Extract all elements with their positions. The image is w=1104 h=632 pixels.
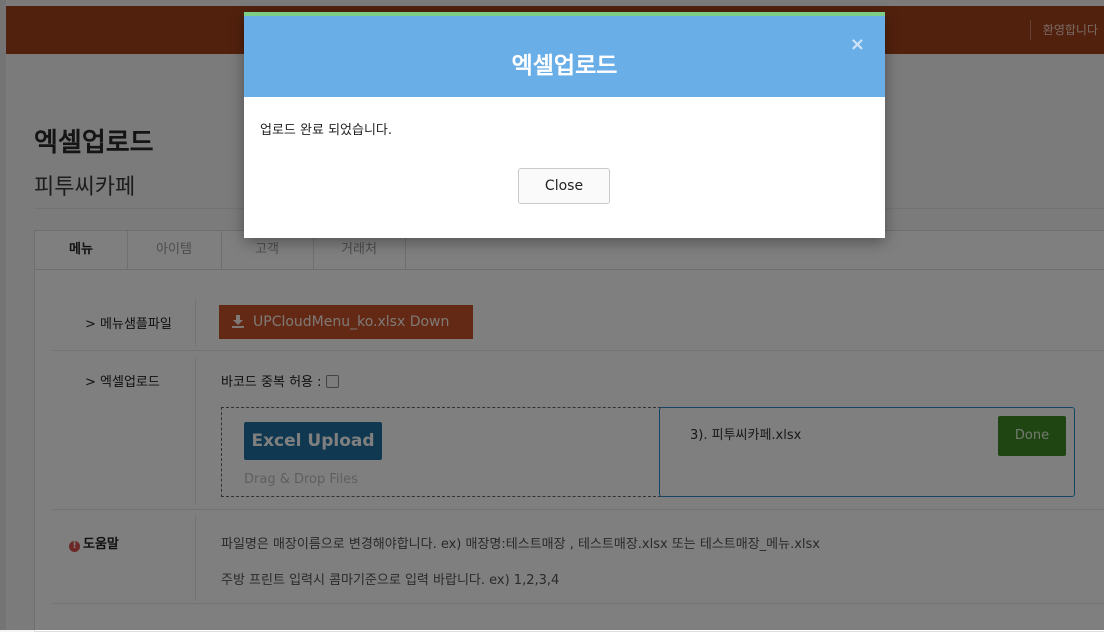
dialog-title: 엑셀업로드 [511,53,618,79]
upload-complete-dialog: 엑셀업로드 × 업로드 완료 되었습니다. Close [244,12,885,238]
dialog-header: 엑셀업로드 × [244,16,885,97]
dialog-message: 업로드 완료 되었습니다. [260,123,392,138]
close-button[interactable]: Close [518,168,610,204]
close-icon[interactable]: × [850,36,865,54]
